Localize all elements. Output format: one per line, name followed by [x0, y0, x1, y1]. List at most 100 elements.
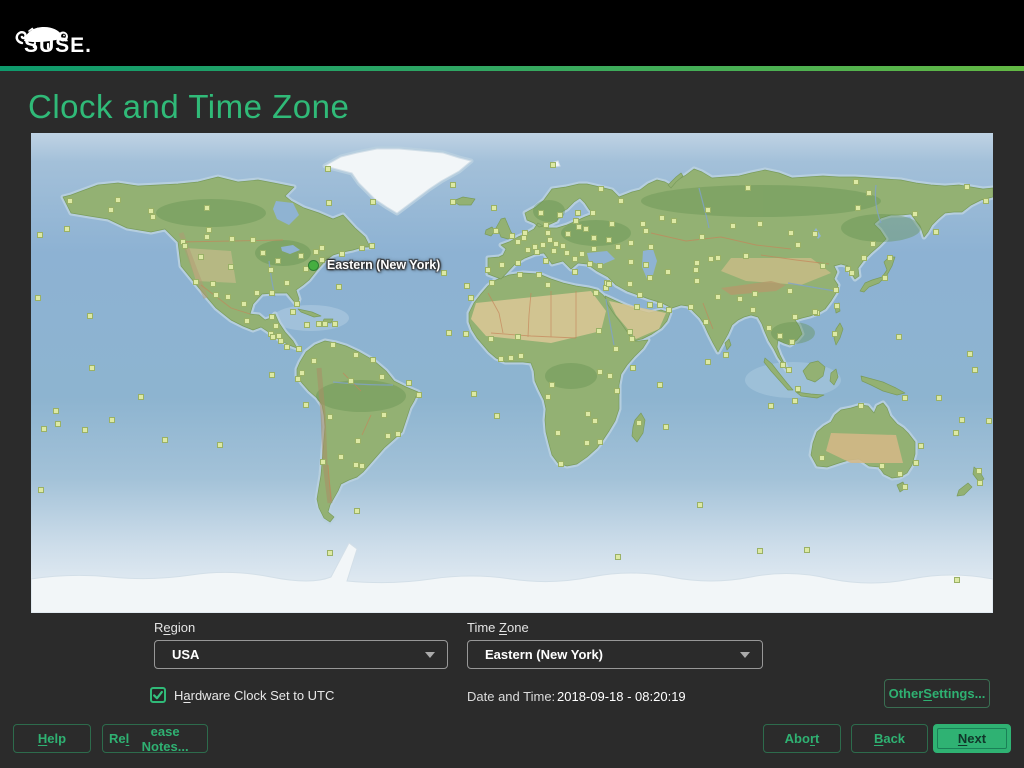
timezone-city-marker[interactable] [694, 278, 700, 284]
timezone-city-marker[interactable] [560, 243, 566, 249]
timezone-city-marker[interactable] [587, 261, 593, 267]
timezone-city-marker[interactable] [591, 235, 597, 241]
timezone-city-marker[interactable] [812, 309, 818, 315]
timezone-city-marker[interactable] [326, 200, 332, 206]
timezone-city-marker[interactable] [855, 205, 861, 211]
timezone-city-marker[interactable] [834, 303, 840, 309]
timezone-city-marker[interactable] [912, 211, 918, 217]
timezone-city-marker[interactable] [406, 380, 412, 386]
timezone-city-marker[interactable] [618, 198, 624, 204]
timezone-city-marker[interactable] [493, 228, 499, 234]
timezone-city-marker[interactable] [629, 336, 635, 342]
timezone-city-marker[interactable] [636, 420, 642, 426]
timezone-city-marker[interactable] [849, 270, 855, 276]
timezone-city-marker[interactable] [913, 460, 919, 466]
selected-timezone-marker[interactable]: Eastern (New York) [308, 258, 440, 272]
timezone-city-marker[interactable] [275, 258, 281, 264]
timezone-city-marker[interactable] [543, 258, 549, 264]
timezone-city-marker[interactable] [640, 221, 646, 227]
timezone-city-marker[interactable] [583, 226, 589, 232]
timezone-city-marker[interactable] [67, 198, 73, 204]
timezone-city-marker[interactable] [336, 284, 342, 290]
timezone-city-marker[interactable] [671, 218, 677, 224]
other-settings-button[interactable]: Other Settings... [884, 679, 990, 708]
timezone-city-marker[interactable] [204, 205, 210, 211]
timezone-city-marker[interactable] [379, 374, 385, 380]
timezone-city-marker[interactable] [977, 480, 983, 486]
timezone-city-marker[interactable] [964, 184, 970, 190]
timezone-city-marker[interactable] [545, 230, 551, 236]
timezone-city-marker[interactable] [786, 367, 792, 373]
timezone-city-marker[interactable] [819, 455, 825, 461]
timezone-city-marker[interactable] [316, 321, 322, 327]
timezone-city-marker[interactable] [666, 307, 672, 313]
hardware-clock-checkbox[interactable]: Hardware Clock Set to UTC [150, 687, 334, 703]
timezone-city-marker[interactable] [369, 243, 375, 249]
timezone-city-marker[interactable] [777, 333, 783, 339]
timezone-city-marker[interactable] [697, 502, 703, 508]
timezone-city-marker[interactable] [41, 426, 47, 432]
timezone-city-marker[interactable] [284, 280, 290, 286]
timezone-city-marker[interactable] [327, 414, 333, 420]
timezone-city-marker[interactable] [663, 424, 669, 430]
timezone-city-marker[interactable] [508, 355, 514, 361]
timezone-city-marker[interactable] [370, 199, 376, 205]
timezone-city-marker[interactable] [463, 331, 469, 337]
timezone-city-marker[interactable] [55, 421, 61, 427]
timezone-city-marker[interactable] [229, 236, 235, 242]
timezone-city-marker[interactable] [643, 262, 649, 268]
timezone-city-marker[interactable] [488, 336, 494, 342]
timezone-city-marker[interactable] [959, 417, 965, 423]
timezone-city-marker[interactable] [327, 550, 333, 556]
timezone-city-marker[interactable] [688, 304, 694, 310]
timezone-city-marker[interactable] [269, 372, 275, 378]
timezone-city-marker[interactable] [606, 281, 612, 287]
timezone-city-marker[interactable] [757, 221, 763, 227]
timezone-city-marker[interactable] [217, 442, 223, 448]
timezone-city-marker[interactable] [705, 207, 711, 213]
timezone-city-marker[interactable] [491, 205, 497, 211]
timezone-city-marker[interactable] [870, 241, 876, 247]
timezone-city-marker[interactable] [148, 208, 154, 214]
timezone-city-marker[interactable] [551, 248, 557, 254]
timezone-city-marker[interactable] [244, 318, 250, 324]
timezone-city-marker[interactable] [269, 314, 275, 320]
timezone-city-marker[interactable] [517, 272, 523, 278]
timezone-city-marker[interactable] [138, 394, 144, 400]
timezone-city-marker[interactable] [861, 255, 867, 261]
world-map[interactable]: Eastern (New York) [31, 133, 993, 613]
timezone-city-marker[interactable] [522, 230, 528, 236]
timezone-city-marker[interactable] [225, 294, 231, 300]
timezone-city-marker[interactable] [896, 334, 902, 340]
timezone-city-marker[interactable] [555, 430, 561, 436]
timezone-city-marker[interactable] [509, 233, 515, 239]
timezone-city-marker[interactable] [228, 264, 234, 270]
timezone-city-marker[interactable] [332, 321, 338, 327]
timezone-city-marker[interactable] [967, 351, 973, 357]
timezone-city-marker[interactable] [416, 392, 422, 398]
timezone-city-marker[interactable] [592, 418, 598, 424]
timezone-city-marker[interactable] [627, 281, 633, 287]
timezone-city-marker[interactable] [936, 395, 942, 401]
timezone-city-marker[interactable] [576, 224, 582, 230]
timezone-city-marker[interactable] [446, 330, 452, 336]
timezone-city-marker[interactable] [210, 281, 216, 287]
timezone-city-marker[interactable] [370, 357, 376, 363]
timezone-city-marker[interactable] [553, 241, 559, 247]
timezone-city-marker[interactable] [304, 322, 310, 328]
timezone-city-marker[interactable] [540, 242, 546, 248]
timezone-city-marker[interactable] [468, 295, 474, 301]
timezone-city-marker[interactable] [933, 229, 939, 235]
timezone-city-marker[interactable] [545, 282, 551, 288]
timezone-city-marker[interactable] [298, 253, 304, 259]
timezone-city-marker[interactable] [615, 244, 621, 250]
timezone-city-marker[interactable] [972, 367, 978, 373]
timezone-city-marker[interactable] [303, 402, 309, 408]
timezone-city-marker[interactable] [593, 290, 599, 296]
timezone-city-marker[interactable] [597, 439, 603, 445]
timezone-city-marker[interactable] [590, 210, 596, 216]
timezone-city-marker[interactable] [597, 369, 603, 375]
timezone-city-marker[interactable] [395, 431, 401, 437]
timezone-city-marker[interactable] [986, 418, 992, 424]
timezone-city-marker[interactable] [536, 272, 542, 278]
